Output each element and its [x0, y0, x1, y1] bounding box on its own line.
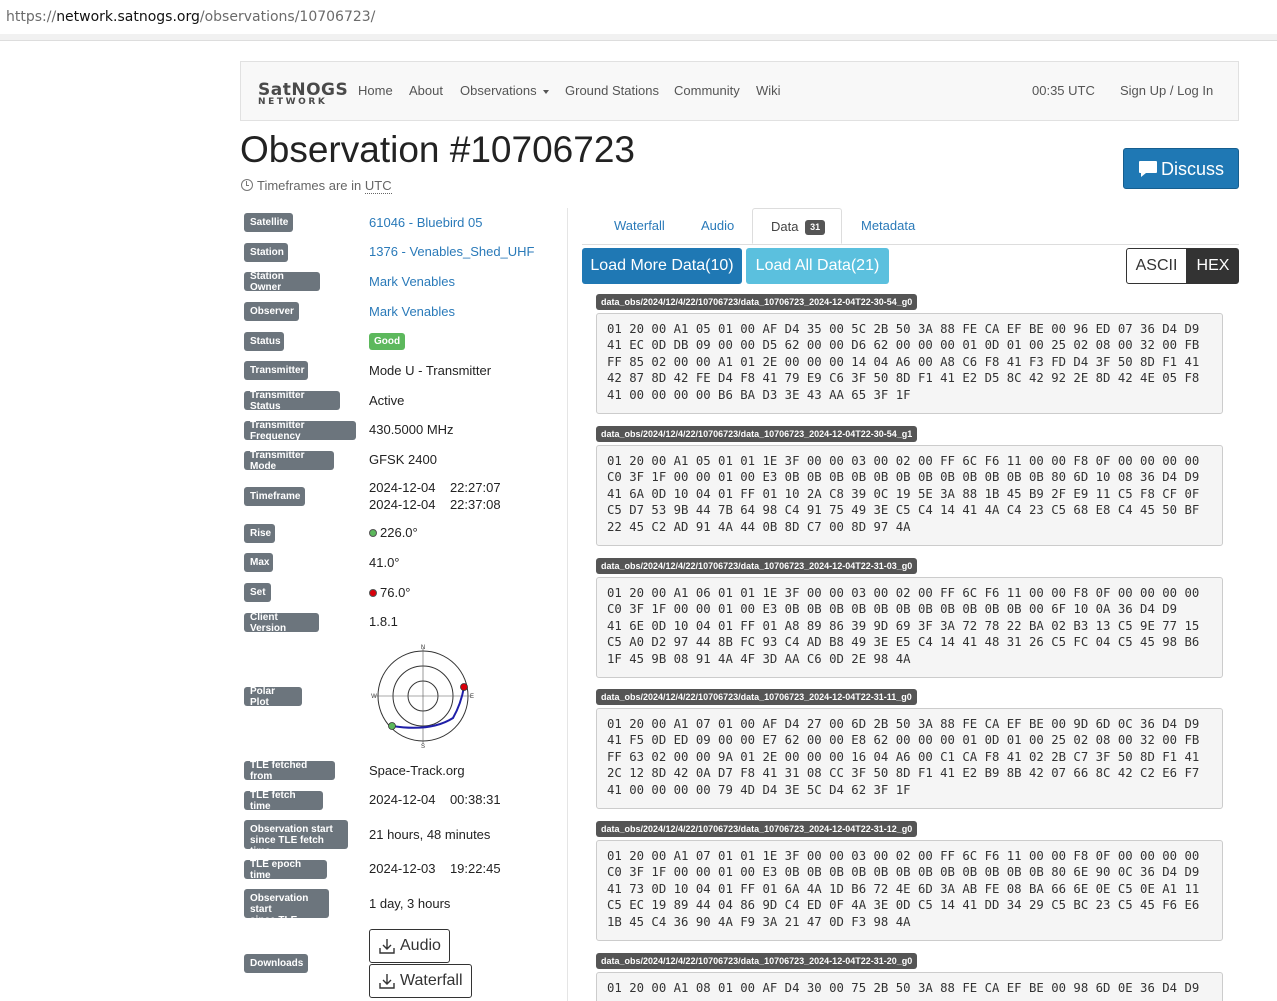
label-tle-fetch-time: TLE fetch time: [244, 790, 323, 812]
label-max: Max: [244, 553, 273, 572]
label-timeframe: Timeframe: [244, 487, 305, 506]
download-icon: [379, 939, 395, 954]
timezone-note: Timeframes are in UTC: [241, 178, 392, 194]
rise-dot-icon: [369, 529, 377, 537]
label-rise: Rise: [244, 524, 275, 543]
site-navbar: SatNOGS NETWORK Home About Observations …: [240, 61, 1239, 121]
load-more-data-button[interactable]: Load More Data(10): [582, 248, 742, 284]
label-tle-epoch: TLE epoch time: [244, 859, 327, 881]
label-polar-plot: Polar Plot: [244, 686, 302, 708]
label-set: Set: [244, 583, 271, 602]
frame-filename[interactable]: data_obs/2024/12/4/22/10706723/data_1070…: [596, 294, 918, 310]
label-transmitter-status: Transmitter Status: [244, 390, 340, 412]
polar-plot: N E S W: [371, 645, 474, 750]
obs-since-fetch-value: 21 hours, 48 minutes: [369, 827, 491, 842]
chevron-down-icon: [542, 89, 549, 94]
hex-toggle[interactable]: HEX: [1187, 248, 1239, 284]
frame-filename[interactable]: data_obs/2024/12/4/22/10706723/data_1070…: [596, 953, 918, 969]
polar-east: E: [470, 694, 474, 700]
timeframe-end: 2024-12-04 22:37:08: [369, 497, 501, 512]
observation-tabs: Waterfall Audio Data 31 Metadata: [582, 208, 1239, 245]
nav-community[interactable]: Community: [674, 83, 740, 98]
label-obs-since-fetch: Observation start since TLE fetch time: [244, 820, 348, 857]
transmitter-value: Mode U - Transmitter: [369, 363, 492, 378]
label-client-version: Client Version: [244, 612, 319, 634]
label-station: Station: [244, 243, 288, 262]
observer-link[interactable]: Mark Venables: [369, 304, 455, 319]
download-icon: [379, 974, 395, 989]
tle-fetch-time-value: 2024-12-04 00:38:31: [369, 792, 501, 807]
frame-filename[interactable]: data_obs/2024/12/4/22/10706723/data_1070…: [596, 689, 917, 705]
tle-source-value: Space-Track.org: [369, 763, 465, 778]
data-count-badge: 31: [805, 220, 826, 235]
timeframe-start: 2024-12-04 22:27:07: [369, 480, 501, 495]
nav-wiki[interactable]: Wiki: [756, 83, 781, 98]
transmitter-frequency-value: 430.5000 MHz: [369, 422, 454, 437]
label-status: Status: [244, 332, 284, 351]
polar-north: N: [421, 645, 425, 651]
label-tle-source: TLE fetched from: [244, 760, 335, 782]
clock-icon: [241, 179, 253, 191]
nav-home[interactable]: Home: [358, 83, 393, 98]
load-all-data-button[interactable]: Load All Data(21): [746, 248, 889, 284]
label-obs-since-epoch: Observation start since TLE epoch: [244, 889, 329, 937]
label-transmitter-mode: Transmitter Mode: [244, 450, 334, 472]
tab-audio[interactable]: Audio: [701, 208, 734, 244]
comment-icon: [1139, 161, 1157, 177]
frame-hex: 01 20 00 A1 08 01 00 AF D4 30 00 75 2B 5…: [596, 972, 1223, 1001]
frame-hex: 01 20 00 A1 06 01 01 1E 3F 00 00 03 00 0…: [596, 577, 1223, 678]
transmitter-status-value: Active: [369, 393, 405, 408]
column-divider: [567, 208, 568, 1001]
set-dot-icon: [369, 589, 377, 597]
frame-filename[interactable]: data_obs/2024/12/4/22/10706723/data_1070…: [596, 821, 918, 837]
polar-south: S: [421, 744, 425, 750]
download-waterfall-button[interactable]: Waterfall: [369, 964, 472, 998]
label-satellite: Satellite: [244, 213, 293, 232]
frame-filename[interactable]: data_obs/2024/12/4/22/10706723/data_1070…: [596, 558, 918, 574]
download-audio-button[interactable]: Audio: [369, 929, 450, 963]
nav-observations-label: Observations: [460, 83, 537, 98]
max-value: 41.0°: [369, 555, 400, 570]
satnogs-logo[interactable]: SatNOGS NETWORK: [258, 82, 348, 107]
frame-hex: 01 20 00 A1 07 01 01 1E 3F 00 00 03 00 0…: [596, 840, 1223, 941]
label-transmitter: Transmitter: [244, 361, 308, 380]
frame-hex: 01 20 00 A1 07 01 00 AF D4 27 00 6D 2B 5…: [596, 708, 1223, 809]
browser-url-bar[interactable]: https://network.satnogs.org/observations…: [0, 0, 1277, 41]
transmitter-mode-value: GFSK 2400: [369, 452, 437, 467]
discuss-button[interactable]: Discuss: [1123, 148, 1239, 189]
satellite-link[interactable]: 61046 - Bluebird 05: [369, 215, 482, 230]
nav-about[interactable]: About: [409, 83, 443, 98]
label-station-owner: Station Owner: [244, 271, 320, 293]
tab-metadata[interactable]: Metadata: [861, 208, 915, 244]
label-downloads: Downloads: [244, 954, 308, 973]
label-observer: Observer: [244, 302, 299, 321]
tle-epoch-value: 2024-12-03 19:22:45: [369, 861, 501, 876]
nav-ground-stations[interactable]: Ground Stations: [565, 83, 659, 98]
utc-abbr: UTC: [364, 178, 392, 194]
url-text[interactable]: https://network.satnogs.org/observations…: [6, 9, 375, 25]
obs-since-epoch-value: 1 day, 3 hours: [369, 896, 451, 911]
polar-west: W: [371, 694, 377, 700]
client-version-value: 1.8.1: [369, 614, 398, 629]
frame-filename[interactable]: data_obs/2024/12/4/22/10706723/data_1070…: [596, 426, 918, 442]
signup-login-link[interactable]: Sign Up / Log In: [1120, 83, 1213, 98]
page-title: Observation #10706723: [240, 129, 635, 170]
rise-value: 226.0°: [369, 525, 418, 540]
set-value: 76.0°: [369, 585, 411, 600]
status-badge: Good: [369, 333, 406, 350]
utc-clock: 00:35 UTC: [1032, 83, 1095, 98]
tab-data[interactable]: Data 31: [752, 208, 842, 244]
station-owner-link[interactable]: Mark Venables: [369, 274, 455, 289]
label-transmitter-frequency: Transmitter Frequency: [244, 420, 356, 442]
frame-hex: 01 20 00 A1 05 01 00 AF D4 35 00 5C 2B 5…: [596, 313, 1223, 414]
tab-waterfall[interactable]: Waterfall: [614, 208, 665, 244]
nav-observations[interactable]: Observations: [460, 83, 549, 98]
station-link[interactable]: 1376 - Venables_Shed_UHF: [369, 244, 535, 259]
toolbar-shadow: [0, 34, 1277, 41]
ascii-toggle[interactable]: ASCII: [1126, 248, 1187, 284]
frame-hex: 01 20 00 A1 05 01 01 1E 3F 00 00 03 00 0…: [596, 445, 1223, 546]
